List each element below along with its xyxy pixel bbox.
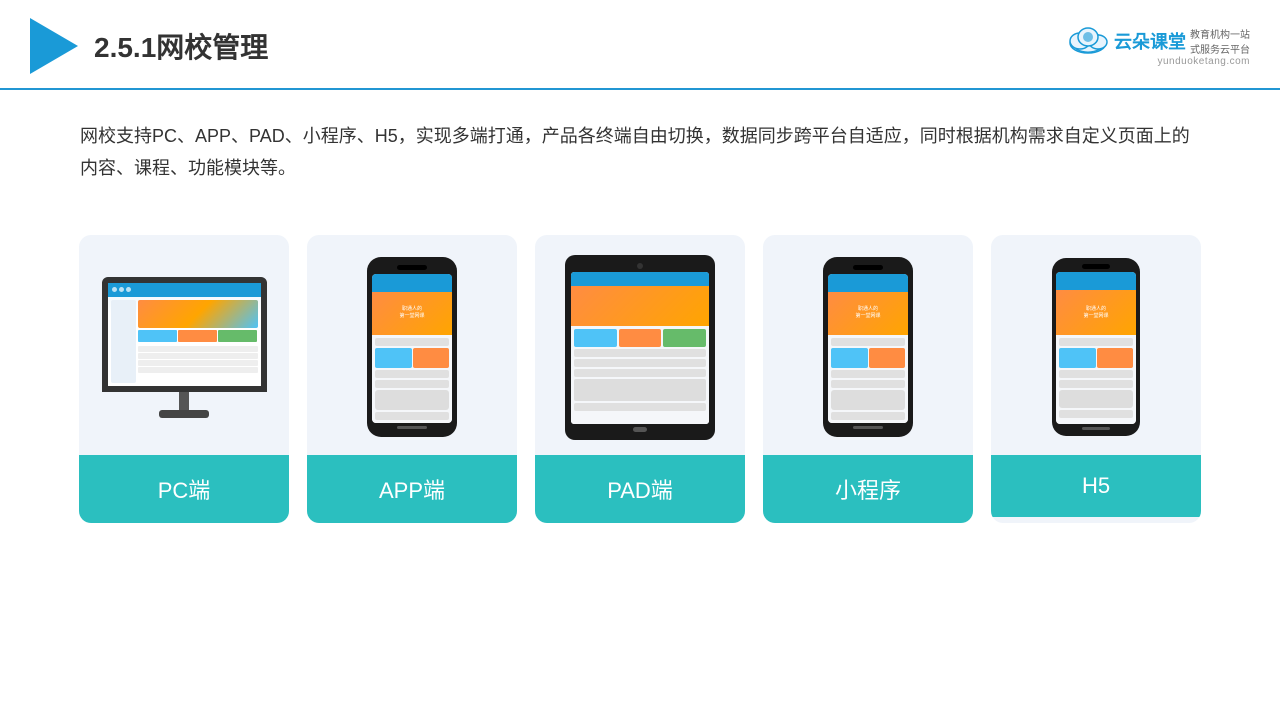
card-h5-label: H5 — [991, 455, 1201, 517]
monitor-screen — [102, 277, 267, 392]
mini-phone-home-bar — [853, 426, 883, 429]
header-left: 2.5.1网校管理 — [30, 18, 268, 74]
card-pc: PC端 — [79, 235, 289, 523]
monitor-mockup — [99, 277, 269, 418]
logo-triangle-icon — [30, 18, 78, 74]
card-pad: PAD端 — [535, 235, 745, 523]
tablet-screen — [571, 272, 709, 424]
card-miniprogram-image: 职通人的第一堂网课 — [763, 235, 973, 455]
phone-screen: 职通人的第一堂网课 — [372, 274, 452, 423]
mini-phone-screen: 职通人的第一堂网课 — [828, 274, 908, 423]
card-pc-image — [79, 235, 289, 455]
card-miniprogram-label: 小程序 — [763, 455, 973, 523]
phone-mockup-h5: 职通人的第一堂网课 — [1052, 258, 1140, 436]
brand-row: 云朵课堂 教育机构一站 式服务云平台 — [1066, 26, 1250, 56]
mini-phone-notch — [853, 265, 883, 270]
cloud-logo-icon — [1066, 27, 1110, 55]
page-title: 2.5.1网校管理 — [94, 26, 268, 66]
description-content: 网校支持PC、APP、PAD、小程序、H5，实现多端打通，产品各终端自由切换，数… — [80, 126, 1190, 178]
card-miniprogram: 职通人的第一堂网课 小程 — [763, 235, 973, 523]
tablet-camera — [637, 263, 643, 269]
h5-phone-notch — [1082, 264, 1110, 269]
brand-taglines: 教育机构一站 式服务云平台 — [1190, 26, 1250, 56]
card-pc-label: PC端 — [79, 455, 289, 523]
card-app-image: 职通人的第一堂网课 — [307, 235, 517, 455]
header: 2.5.1网校管理 云朵课堂 教育机构一站 式服务云平台 yunduoketan… — [0, 0, 1280, 90]
h5-phone-home-bar — [1082, 427, 1110, 430]
brand-tagline1: 教育机构一站 — [1190, 26, 1250, 41]
description-text: 网校支持PC、APP、PAD、小程序、H5，实现多端打通，产品各终端自由切换，数… — [0, 90, 1280, 195]
card-pad-image — [535, 235, 745, 455]
card-app-label: APP端 — [307, 455, 517, 523]
card-h5-image: 职通人的第一堂网课 — [991, 235, 1201, 455]
tablet-mockup — [565, 255, 715, 440]
cards-section: PC端 职通人的第一堂网课 — [0, 205, 1280, 553]
card-app: 职通人的第一堂网课 AP — [307, 235, 517, 523]
tablet-home-button — [633, 427, 647, 432]
header-brand: 云朵课堂 教育机构一站 式服务云平台 yunduoketang.com — [1066, 26, 1250, 67]
phone-notch — [397, 265, 427, 270]
brand-tagline2: 式服务云平台 — [1190, 41, 1250, 56]
phone-home-bar — [397, 426, 427, 429]
card-h5: 职通人的第一堂网课 H5 — [991, 235, 1201, 523]
card-pad-label: PAD端 — [535, 455, 745, 523]
h5-phone-screen: 职通人的第一堂网课 — [1056, 272, 1136, 424]
brand-name: 云朵课堂 — [1114, 28, 1186, 54]
phone-mockup-app: 职通人的第一堂网课 — [367, 257, 457, 437]
phone-mockup-mini: 职通人的第一堂网课 — [823, 257, 913, 437]
brand-url: yunduoketang.com — [1157, 56, 1250, 67]
